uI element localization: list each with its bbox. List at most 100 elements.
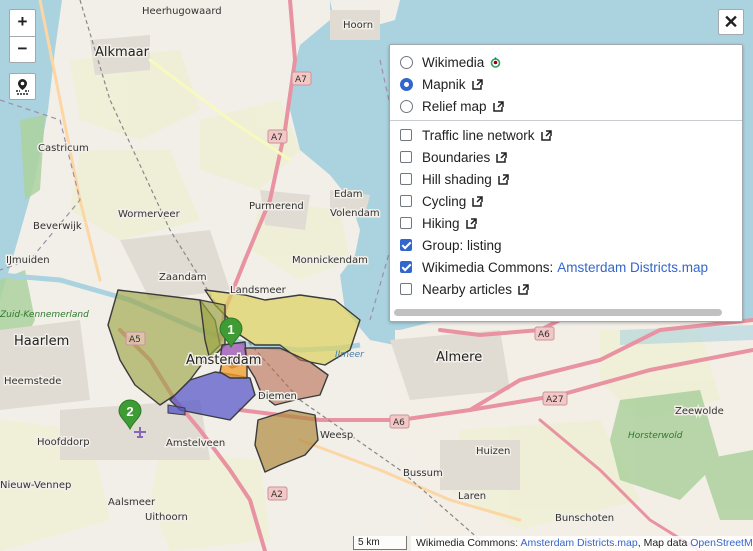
layer-label: Wikimedia Commons: bbox=[422, 259, 554, 275]
close-button[interactable]: ✕ bbox=[718, 9, 744, 35]
attribution-mid: , Map data bbox=[637, 537, 691, 549]
divider bbox=[390, 120, 742, 121]
label-weesp: Weesp bbox=[320, 430, 353, 441]
checkbox-boundaries[interactable] bbox=[400, 151, 412, 163]
road-shield-a27: A27 bbox=[542, 391, 568, 406]
layer-option-relief-map[interactable]: Relief map bbox=[400, 95, 732, 117]
zoom-in-button[interactable]: + bbox=[10, 10, 35, 36]
svg-text:A7: A7 bbox=[271, 133, 283, 143]
checkbox-hill-shading[interactable] bbox=[400, 173, 412, 185]
checkbox-cycling[interactable] bbox=[400, 195, 412, 207]
layer-label: Relief map bbox=[422, 98, 487, 114]
road-shield-a7-mid: A7 bbox=[267, 129, 288, 144]
locate-button[interactable] bbox=[9, 73, 36, 100]
road-shield-a6-low: A6 bbox=[389, 414, 410, 429]
checkbox-nearby-articles[interactable] bbox=[400, 283, 412, 295]
label-alkmaar: Alkmaar bbox=[95, 45, 150, 60]
layer-option-wikimedia-commons[interactable]: Wikimedia Commons: Amsterdam Districts.m… bbox=[400, 256, 732, 278]
label-hoorn: Hoorn bbox=[343, 20, 373, 31]
checkbox-hiking[interactable] bbox=[400, 217, 412, 229]
svg-text:A7: A7 bbox=[295, 75, 307, 85]
svg-text:A6: A6 bbox=[538, 330, 550, 340]
location-pin-icon bbox=[16, 79, 29, 95]
layer-option-wikimedia[interactable]: Wikimedia bbox=[400, 51, 732, 73]
label-horsterwold: Horsterwold bbox=[628, 431, 683, 441]
attribution-districts-link[interactable]: Amsterdam Districts.map bbox=[520, 537, 637, 549]
wikimedia-logo-icon bbox=[490, 57, 501, 68]
scale-bar: 5 km bbox=[353, 536, 407, 550]
label-haarlem: Haarlem bbox=[14, 334, 69, 349]
layer-label: Hiking bbox=[422, 215, 460, 231]
label-zaandam: Zaandam bbox=[159, 272, 207, 283]
layer-label: Group: listing bbox=[422, 237, 502, 253]
attribution: Wikimedia Commons: Amsterdam Districts.m… bbox=[411, 536, 753, 551]
external-link-icon bbox=[540, 129, 552, 141]
external-link-icon bbox=[492, 100, 504, 112]
layer-option-boundaries[interactable]: Boundaries bbox=[400, 146, 732, 168]
layer-label: Hill shading bbox=[422, 171, 492, 187]
external-link-icon bbox=[471, 78, 483, 90]
layer-option-mapnik[interactable]: Mapnik bbox=[400, 73, 732, 95]
road-shield-a6-mid: A6 bbox=[534, 326, 555, 341]
layer-label: Traffic line network bbox=[422, 127, 535, 143]
label-ijmuiden: IJmuiden bbox=[6, 255, 50, 266]
label-bussum: Bussum bbox=[403, 468, 443, 479]
label-amsterdam: Amsterdam bbox=[186, 353, 261, 368]
svg-text:A5: A5 bbox=[129, 335, 141, 345]
label-amstelveen: Amstelveen bbox=[166, 438, 225, 449]
label-diemen: Diemen bbox=[258, 391, 297, 402]
label-purmerend: Purmerend bbox=[249, 201, 304, 212]
label-castricum: Castricum bbox=[38, 143, 89, 154]
label-zuid-kennemerland: Zuid-Kennemerland bbox=[0, 310, 89, 320]
layer-option-hiking[interactable]: Hiking bbox=[400, 212, 732, 234]
external-link-icon bbox=[472, 195, 484, 207]
label-uithoorn: Uithoorn bbox=[145, 512, 188, 523]
label-edam: Edam bbox=[334, 189, 363, 200]
layer-label: Boundaries bbox=[422, 149, 491, 165]
svg-text:2: 2 bbox=[126, 404, 133, 419]
road-shield-a7-top: A7 bbox=[291, 71, 312, 86]
radio-relief-map[interactable] bbox=[400, 99, 413, 113]
label-ijmeer: IJmeer bbox=[335, 350, 365, 360]
svg-text:A6: A6 bbox=[393, 418, 405, 428]
layer-option-nearby-articles[interactable]: Nearby articles bbox=[400, 278, 732, 300]
attribution-osm-link[interactable]: OpenStreetMap bbox=[690, 537, 753, 549]
layer-label: Nearby articles bbox=[422, 281, 513, 297]
layer-option-cycling[interactable]: Cycling bbox=[400, 190, 732, 212]
label-bunschoten: Bunschoten bbox=[555, 513, 614, 524]
checkbox-traffic-line-network[interactable] bbox=[400, 129, 412, 141]
layer-label: Cycling bbox=[422, 193, 467, 209]
radio-mapnik[interactable] bbox=[400, 77, 413, 91]
radio-wikimedia[interactable] bbox=[400, 55, 413, 69]
layer-option-traffic-line-network[interactable]: Traffic line network bbox=[400, 124, 732, 146]
zoom-out-button[interactable]: − bbox=[10, 36, 35, 62]
amsterdam-districts-link[interactable]: Amsterdam Districts.map bbox=[557, 260, 708, 275]
zoom-control: + − bbox=[9, 9, 36, 63]
label-hoofddorp: Hoofddorp bbox=[37, 437, 90, 448]
layer-label: Wikimedia bbox=[422, 54, 485, 70]
layer-option-group-listing[interactable]: Group: listing bbox=[400, 234, 732, 256]
label-almere: Almere bbox=[436, 350, 482, 365]
svg-text:A2: A2 bbox=[271, 490, 283, 500]
external-link-icon bbox=[465, 217, 477, 229]
layer-option-hill-shading[interactable]: Hill shading bbox=[400, 168, 732, 190]
label-laren: Laren bbox=[458, 491, 486, 502]
checkbox-group-listing[interactable] bbox=[400, 239, 412, 251]
label-huizen: Huizen bbox=[476, 446, 510, 457]
label-wormerveer: Wormerveer bbox=[118, 209, 181, 220]
horizontal-scrollbar[interactable] bbox=[394, 309, 722, 316]
label-nieuw-vennep: Nieuw-Vennep bbox=[0, 480, 71, 491]
road-shield-a2: A2 bbox=[267, 486, 288, 501]
external-link-icon bbox=[518, 283, 529, 295]
label-aalsmeer: Aalsmeer bbox=[108, 497, 156, 508]
checkbox-wikimedia-commons[interactable] bbox=[400, 261, 412, 273]
attribution-prefix: Wikimedia Commons: bbox=[416, 537, 519, 549]
label-landsmeer: Landsmeer bbox=[230, 285, 287, 296]
label-zeewolde: Zeewolde bbox=[675, 406, 724, 417]
label-heerhugowaard: Heerhugowaard bbox=[142, 6, 222, 17]
label-beverwijk: Beverwijk bbox=[33, 221, 82, 232]
external-link-icon bbox=[496, 151, 508, 163]
label-monnickendam: Monnickendam bbox=[292, 255, 368, 266]
layers-panel: Wikimedia Mapnik Relief map Traffic line… bbox=[389, 44, 743, 322]
svg-text:1: 1 bbox=[227, 322, 234, 337]
